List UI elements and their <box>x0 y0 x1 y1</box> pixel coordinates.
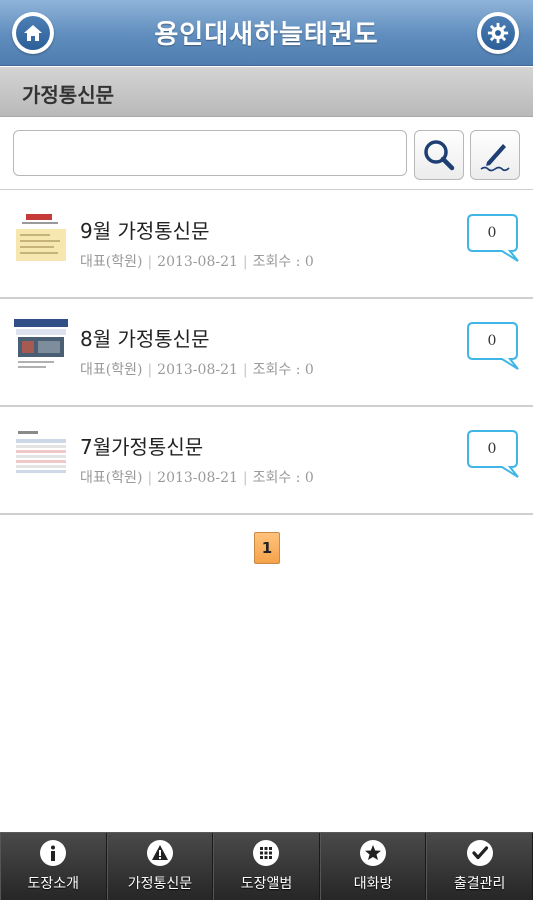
grid-icon <box>253 840 280 866</box>
post-author: 대표(학원) <box>80 362 143 378</box>
comment-count: 0 <box>487 225 497 241</box>
section-bar: 가정통신문 <box>0 67 533 117</box>
post-date: 2013-08-21 <box>157 362 238 378</box>
meta-separator: | <box>147 470 153 486</box>
check-icon <box>466 840 493 866</box>
post-date: 2013-08-21 <box>157 470 238 486</box>
list-item[interactable]: 9월 가정통신문 대표(학원) | 2013-08-21 | 조회수 : 0 0 <box>0 191 533 299</box>
write-button[interactable] <box>470 130 520 180</box>
post-views: 조회수 : 0 <box>252 254 314 270</box>
post-views: 조회수 : 0 <box>252 470 314 486</box>
post-meta: 대표(학원) | 2013-08-21 | 조회수 : 0 <box>80 359 314 379</box>
post-views: 조회수 : 0 <box>252 362 314 378</box>
nav-item-album[interactable]: 도장앨범 <box>213 833 320 900</box>
search-input[interactable] <box>13 130 407 176</box>
post-thumbnail <box>14 211 68 265</box>
nav-item-chat[interactable]: 대화방 <box>319 833 427 900</box>
nav-label: 도장소개 <box>27 876 80 892</box>
nav-label: 출결관리 <box>453 876 506 892</box>
warning-icon <box>146 840 173 866</box>
comment-count-bubble[interactable]: 0 <box>466 321 522 371</box>
settings-button[interactable] <box>477 12 519 54</box>
nav-label: 도장앨범 <box>240 876 293 892</box>
magnifier-icon <box>424 140 455 171</box>
app-header: 용인대새하늘태권도 <box>0 0 533 66</box>
meta-separator: | <box>242 362 248 378</box>
nav-label: 대화방 <box>353 876 393 892</box>
nav-item-attendance[interactable]: 출결관리 <box>426 833 533 900</box>
nav-item-intro[interactable]: 도장소개 <box>0 833 107 900</box>
gear-icon <box>481 16 515 50</box>
star-icon <box>360 840 387 866</box>
app-root: 용인대새하늘태권도 가정통신문 9월 가정통신문 대표(학원) | 2013-0… <box>0 0 533 900</box>
post-date: 2013-08-21 <box>157 254 238 270</box>
list-item[interactable]: 7월가정통신문 대표(학원) | 2013-08-21 | 조회수 : 0 0 <box>0 407 533 515</box>
post-meta: 대표(학원) | 2013-08-21 | 조회수 : 0 <box>80 467 314 487</box>
info-icon <box>40 840 67 866</box>
post-title: 8월 가정통신문 <box>80 327 210 351</box>
meta-separator: | <box>242 254 248 270</box>
section-title: 가정통신문 <box>22 83 114 107</box>
comment-count-bubble[interactable]: 0 <box>466 213 522 263</box>
comment-count-bubble[interactable]: 0 <box>466 429 522 479</box>
list-item[interactable]: 8월 가정통신문 대표(학원) | 2013-08-21 | 조회수 : 0 0 <box>0 299 533 407</box>
comment-count: 0 <box>487 441 497 457</box>
post-thumbnail <box>14 427 68 481</box>
meta-separator: | <box>147 362 153 378</box>
search-button[interactable] <box>414 130 464 180</box>
post-meta: 대표(학원) | 2013-08-21 | 조회수 : 0 <box>80 251 314 271</box>
post-title: 7월가정통신문 <box>80 435 204 459</box>
meta-separator: | <box>242 470 248 486</box>
meta-separator: | <box>147 254 153 270</box>
search-row <box>0 118 533 190</box>
post-author: 대표(학원) <box>80 470 143 486</box>
post-author: 대표(학원) <box>80 254 143 270</box>
post-title: 9월 가정통신문 <box>80 219 210 243</box>
comment-count: 0 <box>487 333 497 349</box>
page-number-button[interactable]: 1 <box>254 532 280 564</box>
app-title: 용인대새하늘태권도 <box>154 20 379 50</box>
nav-item-newsletter[interactable]: 가정통신문 <box>106 833 214 900</box>
bottom-nav: 도장소개 가정통신문 도장앨범 대화방 출결관리 <box>0 832 533 900</box>
post-thumbnail <box>14 319 68 373</box>
pen-icon <box>480 144 510 172</box>
nav-label: 가정통신문 <box>127 876 193 892</box>
